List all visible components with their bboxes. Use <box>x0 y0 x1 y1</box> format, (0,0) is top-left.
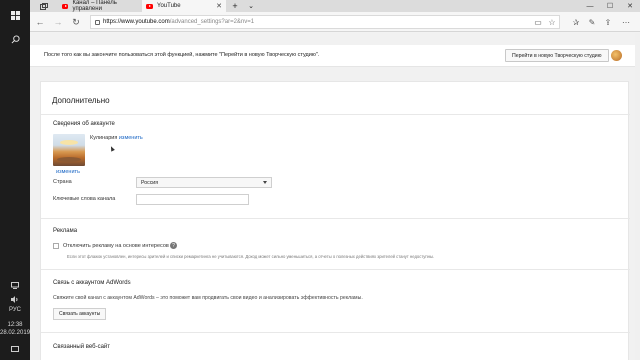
more-menu-icon[interactable]: ⋯ <box>620 16 632 28</box>
notifications-button[interactable] <box>0 338 30 360</box>
url-host: https://www.youtube.com <box>103 19 170 25</box>
url-path: /advanced_settings?ar=2&nv=1 <box>169 19 255 25</box>
message-icon <box>11 345 19 352</box>
keywords-label: Ключевые слова канала <box>53 196 116 202</box>
linked-website-heading: Связанный веб-сайт <box>53 344 111 350</box>
divider <box>41 218 630 219</box>
tabs-icon <box>40 2 48 10</box>
maximize-button[interactable]: ☐ <box>600 0 620 12</box>
tab-channel-dashboard[interactable]: Канал – Панель управлени <box>58 0 142 12</box>
youtube-page: После того как вы закончите пользоваться… <box>30 33 640 360</box>
favorites-hub-icon[interactable]: ✰ <box>570 16 582 28</box>
tab-title: Канал – Панель управлени <box>72 0 117 12</box>
start-button[interactable] <box>0 4 30 26</box>
divider <box>41 114 630 115</box>
close-tab-icon[interactable]: ✕ <box>216 2 222 10</box>
advanced-settings-card: Дополнительно Сведения об аккаунте Кулин… <box>40 81 630 360</box>
share-icon[interactable]: ⇪ <box>602 16 614 28</box>
refresh-button[interactable]: ↻ <box>70 16 82 28</box>
reading-view-button[interactable]: ▭ <box>532 16 544 28</box>
windows-logo-icon <box>10 10 20 20</box>
page-title: Дополнительно <box>52 96 110 105</box>
new-tab-button[interactable]: + <box>228 0 242 12</box>
favorite-star-icon[interactable]: ☆ <box>546 16 558 28</box>
disable-interest-ads-label[interactable]: Отключить рекламу на основе интересов <box>63 243 169 249</box>
change-name-link[interactable]: изменить <box>119 135 143 141</box>
link-accounts-button[interactable]: Связать аккаунты <box>53 308 107 320</box>
divider <box>41 269 630 270</box>
lock-icon <box>95 19 100 25</box>
search-button[interactable] <box>0 28 30 50</box>
keywords-input[interactable] <box>136 194 249 205</box>
country-label: Страна <box>53 179 72 185</box>
navigation-bar: ← → ↻ https://www.youtube.com /advanced_… <box>30 12 640 32</box>
studio-notice-bar: После того как вы закончите пользоваться… <box>30 45 640 67</box>
language-indicator[interactable]: РУС <box>0 307 30 314</box>
windows-taskbar: РУС 12:38 28.02.2019 <box>0 0 30 360</box>
forward-button[interactable]: → <box>52 16 64 28</box>
minimize-button[interactable]: — <box>580 0 600 12</box>
change-image-link[interactable]: изменить <box>56 169 80 175</box>
youtube-icon <box>62 3 69 9</box>
notice-text: После того как вы закончите пользоваться… <box>44 52 320 58</box>
notes-pen-icon[interactable]: ✎ <box>586 16 598 28</box>
ads-heading: Реклама <box>53 228 78 234</box>
youtube-icon <box>146 3 153 9</box>
adwords-heading: Связь с аккаунтом AdWords <box>53 280 131 286</box>
account-info-heading: Сведения об аккаунте <box>53 121 115 127</box>
ads-hint: Если этот флажок установлен, интересы зр… <box>67 254 435 259</box>
search-icon <box>11 34 20 43</box>
tab-strip: Канал – Панель управлени YouTube ✕ + ⌄ —… <box>30 0 640 12</box>
divider <box>41 332 630 333</box>
account-name-row: Кулинария изменить <box>90 135 143 141</box>
speaker-icon <box>11 295 18 303</box>
country-value: Россия <box>141 179 159 186</box>
browser-window: Канал – Панель управлени YouTube ✕ + ⌄ —… <box>30 0 640 360</box>
screen: РУС 12:38 28.02.2019 Канал – Панель упра… <box>0 0 640 360</box>
country-select[interactable]: Россия <box>136 177 272 188</box>
clock-date[interactable]: 28.02.2019 <box>0 330 30 337</box>
account-name: Кулинария <box>90 135 118 141</box>
chevron-down-icon <box>263 181 267 184</box>
adwords-description: Свяжите свой канал с аккаунтом AdWords –… <box>53 295 363 301</box>
close-window-button[interactable]: ✕ <box>620 0 640 12</box>
help-icon[interactable]: ? <box>170 242 177 249</box>
tab-title: YouTube <box>157 3 181 9</box>
new-studio-button[interactable]: Перейти в новую Творческую студию <box>505 49 609 62</box>
back-button[interactable]: ← <box>34 16 46 28</box>
disable-interest-ads-checkbox[interactable] <box>53 243 59 249</box>
tab-dropdown-button[interactable]: ⌄ <box>244 0 258 12</box>
avatar[interactable] <box>611 50 622 61</box>
tab-youtube[interactable]: YouTube ✕ <box>142 0 226 12</box>
tab-list-button[interactable] <box>30 0 58 12</box>
page-scrollbar[interactable] <box>635 33 640 360</box>
channel-image[interactable] <box>53 134 85 166</box>
clock-time[interactable]: 12:38 <box>0 322 30 329</box>
address-bar[interactable]: https://www.youtube.com /advanced_settin… <box>90 15 560 29</box>
